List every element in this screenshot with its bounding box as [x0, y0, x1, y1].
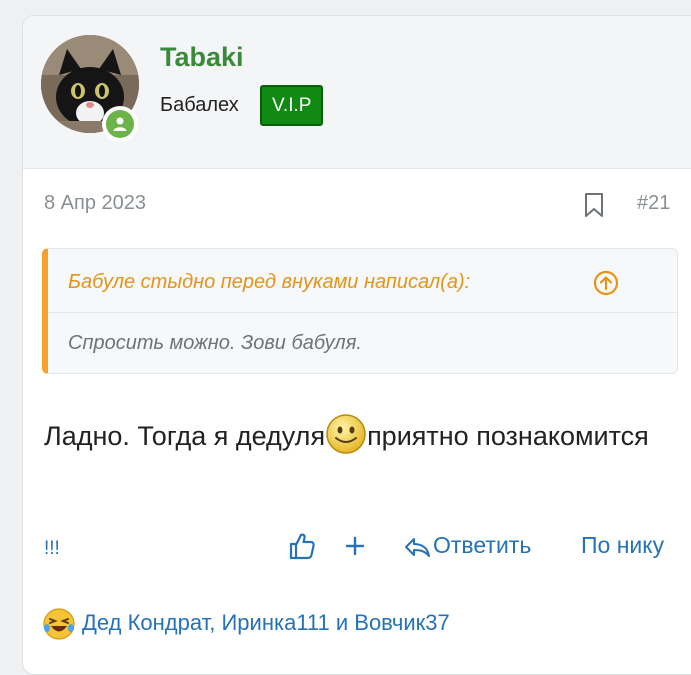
quote-block: Бабуле стыдно перед внуками написал(а): … [42, 248, 678, 374]
post-author-header: Tabaki Бабалех V.I.P [23, 16, 691, 169]
vip-badge: V.I.P [260, 85, 324, 126]
post-message: Ладно. Тогда я дедуля приятно познакомит… [44, 413, 654, 459]
post-date-link[interactable]: 8 Апр 2023 [44, 192, 146, 215]
quote-divider [48, 312, 677, 313]
quote-text: Спросить можно. Зови бабуля. [68, 332, 362, 354]
user-title: Бабалех [160, 94, 239, 116]
bookmark-icon[interactable] [583, 192, 605, 218]
reply-icon[interactable] [403, 535, 431, 559]
arrow-up-circle-icon[interactable] [593, 270, 619, 296]
thumbs-up-icon[interactable] [288, 531, 316, 561]
laughing-emoji-icon [43, 608, 75, 640]
online-status-icon [102, 106, 138, 142]
post-number-link[interactable]: #21 [637, 192, 670, 215]
username-link[interactable]: Tabaki [160, 42, 244, 73]
message-text-end: приятно познакомится [367, 421, 649, 451]
plus-icon[interactable] [345, 536, 365, 556]
reply-by-name-button[interactable]: По нику [581, 532, 664, 564]
quote-author[interactable]: Бабуле стыдно перед внуками написал(а): [68, 271, 470, 294]
reply-button[interactable]: Ответить [433, 532, 531, 564]
reaction-users-link[interactable]: Дед Кондрат, Иринка111 и Вовчик37 [82, 610, 450, 636]
message-text-start: Ладно. Тогда я дедуля [44, 421, 326, 451]
reactions-label-link[interactable]: !!! [44, 538, 60, 560]
post-card: Tabaki Бабалех V.I.P 8 Апр 2023 #21 Бабу… [22, 15, 691, 675]
smiley-icon [326, 414, 366, 454]
